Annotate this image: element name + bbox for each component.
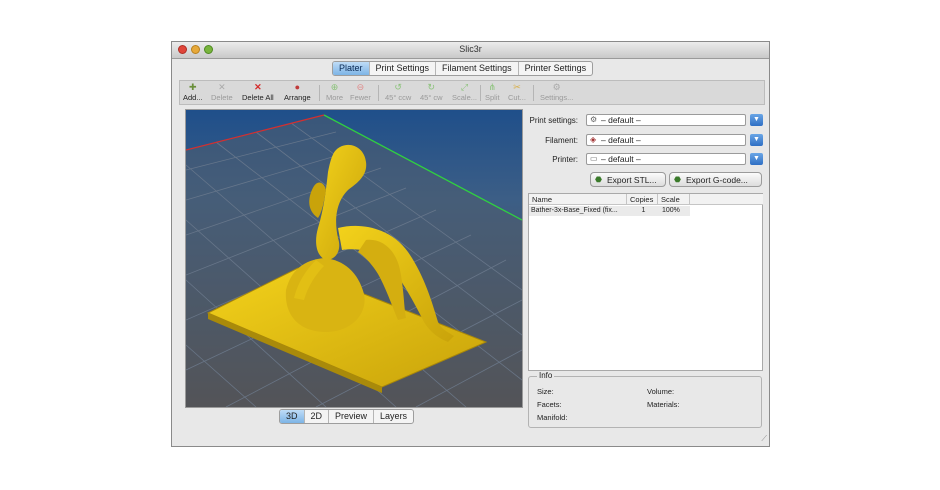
cut-button[interactable]: ✂ Cut...	[508, 82, 526, 102]
chevron-down-icon: ▼	[753, 136, 760, 143]
delete-all-button[interactable]: ✕ Delete All	[242, 82, 274, 102]
minus-icon: ⊖	[356, 82, 365, 92]
cut-icon: ✂	[513, 82, 521, 92]
info-title: Info	[537, 371, 555, 380]
tab-layers[interactable]: Layers	[374, 410, 413, 423]
toolbar-separator	[319, 85, 320, 101]
toolbar-separator	[533, 85, 534, 101]
column-header-empty	[690, 194, 763, 205]
filament-select[interactable]: ◈ – default –	[586, 134, 746, 146]
row-scale-cell: 100%	[658, 206, 690, 216]
toolbar-separator	[378, 85, 379, 101]
filament-dropdown-button[interactable]: ▼	[750, 134, 763, 146]
printer-dropdown-button[interactable]: ▼	[750, 153, 763, 165]
manifold-label: Manifold:	[537, 413, 568, 422]
split-icon: ⋔	[488, 82, 497, 92]
info-panel: Info Size: Facets: Manifold: Volume: Mat…	[528, 371, 762, 428]
export-gcode-button[interactable]: ⬣ Export G-code...	[669, 172, 762, 187]
scale-button[interactable]: ⤢ Scale...	[452, 82, 477, 102]
column-header-copies[interactable]: Copies	[627, 194, 658, 205]
title-bar[interactable]: Slic3r	[172, 42, 769, 59]
filament-icon: ◈	[590, 135, 597, 144]
arrange-button[interactable]: ● Arrange	[284, 82, 311, 102]
delete-object-icon: ✕	[218, 82, 226, 92]
export-stl-icon: ⬣	[595, 175, 602, 184]
tab-filament-settings[interactable]: Filament Settings	[436, 62, 519, 75]
split-button[interactable]: ⋔ Split	[485, 82, 500, 102]
tab-plater[interactable]: Plater	[333, 62, 370, 75]
print-settings-select[interactable]: ⚙ – default –	[586, 114, 746, 126]
window-title: Slic3r	[459, 44, 482, 54]
tab-2d[interactable]: 2D	[305, 410, 330, 423]
tab-printer-settings[interactable]: Printer Settings	[519, 62, 593, 75]
plus-icon: ⊕	[330, 82, 339, 92]
chevron-down-icon: ▼	[753, 155, 760, 162]
materials-label: Materials:	[647, 400, 680, 409]
print-settings-dropdown-button[interactable]: ▼	[750, 114, 763, 126]
3d-scene	[186, 110, 522, 407]
size-label: Size:	[537, 387, 554, 396]
print-settings-icon: ⚙	[590, 115, 598, 124]
toolbar-separator	[480, 85, 481, 101]
resize-grip-icon[interactable]: ⟋	[761, 434, 767, 444]
add-button[interactable]: ✚ Add...	[183, 82, 203, 102]
filament-label: Filament:	[545, 136, 578, 145]
volume-label: Volume:	[647, 387, 675, 396]
fewer-button[interactable]: ⊖ Fewer	[350, 82, 371, 102]
printer-icon: ▭	[590, 154, 598, 163]
delete-all-icon: ✕	[254, 82, 262, 92]
3d-viewport[interactable]	[185, 109, 523, 408]
scale-icon: ⤢	[460, 82, 469, 92]
gear-icon: ⚙	[552, 82, 561, 92]
rotate-ccw-icon: ↺	[394, 82, 402, 92]
add-object-icon: ✚	[189, 82, 197, 92]
export-gcode-icon: ⬣	[674, 175, 681, 184]
rotate-cw-button[interactable]: ↻ 45° cw	[420, 82, 443, 102]
row-copies-cell: 1	[627, 206, 658, 216]
rotate-ccw-button[interactable]: ↺ 45° ccw	[385, 82, 411, 102]
plater-toolbar: ✚ Add... ✕ Delete ✕ Delete All ● Arrange…	[179, 80, 765, 105]
main-tabs: Plater Print Settings Filament Settings …	[332, 61, 594, 76]
printer-select[interactable]: ▭ – default –	[586, 153, 746, 165]
app-window: Slic3r Plater Print Settings Filament Se…	[171, 41, 770, 447]
view-tabs: 3D 2D Preview Layers	[279, 409, 415, 424]
arrange-icon: ●	[294, 82, 301, 92]
tab-print-settings[interactable]: Print Settings	[370, 62, 437, 75]
row-name-cell: Bather-3x-Base_Fixed (fix...	[529, 206, 627, 216]
facets-label: Facets:	[537, 400, 562, 409]
tab-preview[interactable]: Preview	[329, 410, 375, 423]
printer-label: Printer:	[552, 155, 578, 164]
export-stl-button[interactable]: ⬣ Export STL...	[590, 172, 666, 187]
print-settings-label: Print settings:	[529, 116, 578, 125]
column-header-scale[interactable]: Scale	[658, 194, 690, 205]
tab-3d[interactable]: 3D	[280, 410, 305, 423]
object-list[interactable]: Name Copies Scale Bather-3x-Base_Fixed (…	[528, 193, 763, 371]
chevron-down-icon: ▼	[753, 116, 760, 123]
delete-button[interactable]: ✕ Delete	[211, 82, 233, 102]
settings-button[interactable]: ⚙ Settings...	[540, 82, 573, 102]
column-header-name[interactable]: Name	[529, 194, 627, 205]
more-button[interactable]: ⊕ More	[326, 82, 343, 102]
rotate-cw-icon: ↻	[427, 82, 436, 92]
